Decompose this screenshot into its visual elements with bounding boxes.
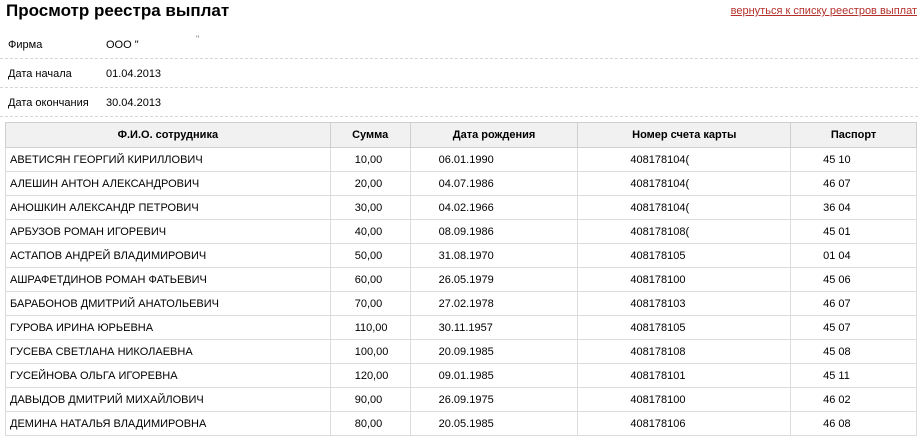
sum-cell: 20,00	[329, 171, 411, 196]
passport-cell: 45 01	[790, 219, 917, 244]
payments-table: Ф.И.О. сотрудника Сумма Дата рождения Но…	[5, 122, 917, 436]
employee-name-cell: АЛЕШИН АНТОН АЛЕКСАНДРОВИЧ	[5, 171, 331, 196]
passport-cell: 45 06	[790, 267, 917, 292]
end-date-row: Дата окончания 30.04.2013	[0, 88, 918, 117]
birth-date-cell: 26.09.1975	[409, 387, 579, 412]
back-to-registries-link[interactable]: вернуться к списку реестров выплат	[731, 5, 917, 17]
card-account-cell: 408178108	[577, 339, 792, 364]
passport-cell: 46 02	[790, 387, 917, 412]
employee-name-cell: АВЕТИСЯН ГЕОРГИЙ КИРИЛЛОВИЧ	[5, 147, 331, 172]
firm-value-extra: "	[196, 34, 200, 44]
end-date-value: 30.04.2013	[106, 97, 162, 109]
card-account-cell: 408178104(	[577, 147, 792, 172]
table-row: ГУРОВА ИРИНА ЮРЬЕВНА 110,00 30.11.1957 4081…	[5, 315, 917, 340]
passport-cell: 45 11	[790, 363, 917, 388]
employee-name-cell: ДАВЫДОВ ДМИТРИЙ МИХАЙЛОВИЧ	[5, 387, 331, 412]
passport-cell: 46 08	[790, 411, 917, 436]
passport-cell: 45 07	[790, 315, 917, 340]
birth-date-cell: 06.01.1990	[409, 147, 579, 172]
card-account-cell: 408178104(	[577, 171, 792, 196]
card-account-cell: 408178101	[577, 363, 792, 388]
column-header-card-account[interactable]: Номер счета карты	[577, 122, 792, 148]
birth-date-cell: 20.09.1985	[409, 339, 579, 364]
employee-name-cell: АНОШКИН АЛЕКСАНДР ПЕТРОВИЧ	[5, 195, 331, 220]
employee-name-cell: ГУСЕВА СВЕТЛАНА НИКОЛАЕВНА	[5, 339, 331, 364]
sum-cell: 70,00	[329, 291, 411, 316]
employee-name-cell: ГУСЕЙНОВА ОЛЬГА ИГОРЕВНА	[5, 363, 331, 388]
sum-cell: 120,00	[329, 363, 411, 388]
employee-name-cell: АШРАФЕТДИНОВ РОМАН ФАТЬЕВИЧ	[5, 267, 331, 292]
sum-cell: 60,00	[329, 267, 411, 292]
employee-name-cell: АСТАПОВ АНДРЕЙ ВЛАДИМИРОВИЧ	[5, 243, 331, 268]
employee-name-cell: АРБУЗОВ РОМАН ИГОРЕВИЧ	[5, 219, 331, 244]
table-row: АВЕТИСЯН ГЕОРГИЙ КИРИЛЛОВИЧ 10,00 06.01.19…	[5, 147, 917, 172]
birth-date-cell: 09.01.1985	[409, 363, 579, 388]
card-account-cell: 408178105	[577, 315, 792, 340]
column-header-sum[interactable]: Сумма	[329, 122, 411, 148]
table-row: АРБУЗОВ РОМАН ИГОРЕВИЧ 40,00 08.09.1986 408…	[5, 219, 917, 244]
employee-name-cell: ГУРОВА ИРИНА ЮРЬЕВНА	[5, 315, 331, 340]
column-header-birth-date[interactable]: Дата рождения	[409, 122, 579, 148]
table-row: АНОШКИН АЛЕКСАНДР ПЕТРОВИЧ 30,00 04.02.196…	[5, 195, 917, 220]
sum-cell: 110,00	[329, 315, 411, 340]
table-row: АШРАФЕТДИНОВ РОМАН ФАТЬЕВИЧ 60,00 26.05.19…	[5, 267, 917, 292]
card-account-cell: 408178100	[577, 387, 792, 412]
passport-cell: 45 10	[790, 147, 917, 172]
sum-cell: 90,00	[329, 387, 411, 412]
birth-date-cell: 26.05.1979	[409, 267, 579, 292]
table-row: ГУСЕЙНОВА ОЛЬГА ИГОРЕВНА 120,00 09.01.1985…	[5, 363, 917, 388]
column-header-name[interactable]: Ф.И.О. сотрудника	[5, 122, 331, 148]
table-row: АЛЕШИН АНТОН АЛЕКСАНДРОВИЧ 20,00 04.07.198…	[5, 171, 917, 196]
sum-cell: 10,00	[329, 147, 411, 172]
page-title: Просмотр реестра выплат	[6, 1, 230, 20]
passport-cell: 01 04	[790, 243, 917, 268]
firm-label: Фирма	[8, 39, 43, 51]
table-row: ДАВЫДОВ ДМИТРИЙ МИХАЙЛОВИЧ 90,00 26.09.197…	[5, 387, 917, 412]
start-date-value: 01.04.2013	[106, 68, 162, 80]
sum-cell: 30,00	[329, 195, 411, 220]
employee-name-cell: ДЕМИНА НАТАЛЬЯ ВЛАДИМИРОВНА	[5, 411, 331, 436]
column-header-passport[interactable]: Паспорт	[790, 122, 917, 148]
sum-cell: 100,00	[329, 339, 411, 364]
sum-cell: 40,00	[329, 219, 411, 244]
table-row: АСТАПОВ АНДРЕЙ ВЛАДИМИРОВИЧ 50,00 31.08.19…	[5, 243, 917, 268]
birth-date-cell: 04.02.1966	[409, 195, 579, 220]
card-account-cell: 408178106	[577, 411, 792, 436]
birth-date-cell: 27.02.1978	[409, 291, 579, 316]
passport-cell: 46 07	[790, 171, 917, 196]
start-date-label: Дата начала	[8, 68, 72, 80]
card-account-cell: 408178100	[577, 267, 792, 292]
birth-date-cell: 30.11.1957	[409, 315, 579, 340]
firm-row: Фирма ООО " "	[0, 30, 918, 59]
table-row: ГУСЕВА СВЕТЛАНА НИКОЛАЕВНА 100,00 20.09.19…	[5, 339, 917, 364]
birth-date-cell: 04.07.1986	[409, 171, 579, 196]
passport-cell: 45 08	[790, 339, 917, 364]
registry-info: Фирма ООО " " Дата начала 01.04.2013 Дат…	[0, 30, 918, 117]
employee-name-cell: БАРАБОНОВ ДМИТРИЙ АНАТОЛЬЕВИЧ	[5, 291, 331, 316]
firm-value: ООО "	[106, 39, 139, 51]
start-date-row: Дата начала 01.04.2013	[0, 59, 918, 88]
card-account-cell: 408178108(	[577, 219, 792, 244]
birth-date-cell: 08.09.1986	[409, 219, 579, 244]
birth-date-cell: 31.08.1970	[409, 243, 579, 268]
passport-cell: 36 04	[790, 195, 917, 220]
table-header-row: Ф.И.О. сотрудника Сумма Дата рождения Но…	[5, 122, 917, 148]
end-date-label: Дата окончания	[8, 97, 89, 109]
table-row: ДЕМИНА НАТАЛЬЯ ВЛАДИМИРОВНА 80,00 20.05.19…	[5, 411, 917, 436]
sum-cell: 80,00	[329, 411, 411, 436]
birth-date-cell: 20.05.1985	[409, 411, 579, 436]
passport-cell: 46 07	[790, 291, 917, 316]
card-account-cell: 408178104(	[577, 195, 792, 220]
table-row: БАРАБОНОВ ДМИТРИЙ АНАТОЛЬЕВИЧ 70,00 27.02.…	[5, 291, 917, 316]
card-account-cell: 408178103	[577, 291, 792, 316]
card-account-cell: 408178105	[577, 243, 792, 268]
sum-cell: 50,00	[329, 243, 411, 268]
